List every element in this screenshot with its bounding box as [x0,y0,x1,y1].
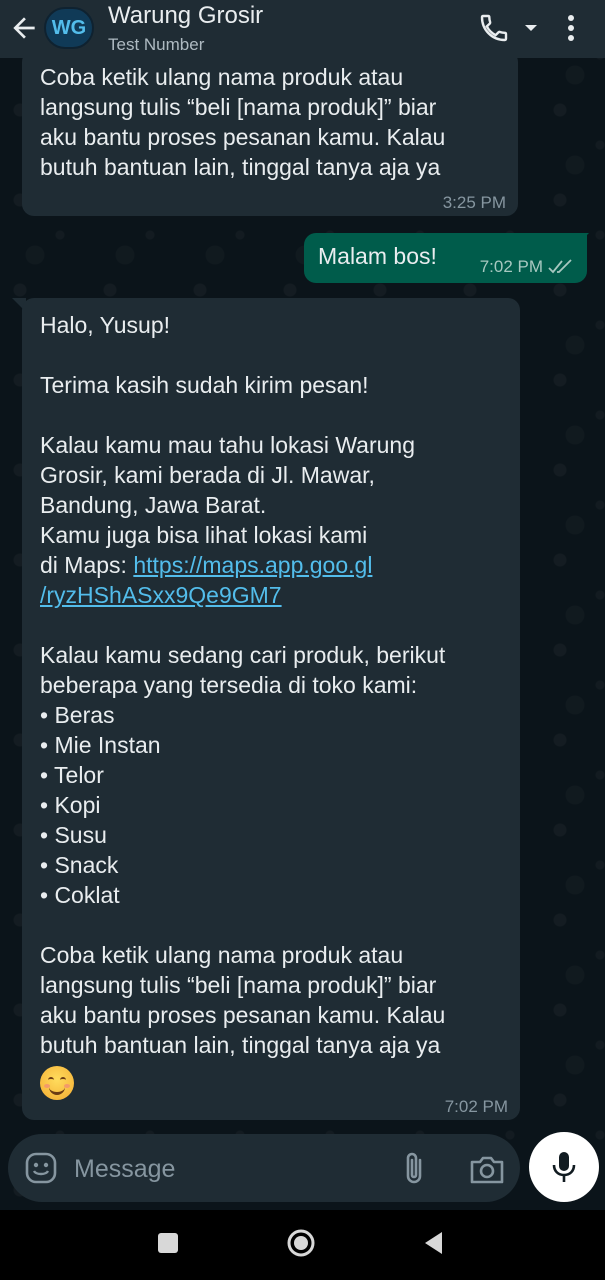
product-item: • Kopi [40,792,101,818]
contact-name[interactable]: Warung Grosir [108,2,263,30]
message-line: di Maps: https://maps.app.goo.gl [40,550,502,580]
maps-link[interactable]: /ryzHShASxx9Qe9GM7 [40,582,282,608]
message-line: Grosir, kami berada di Jl. Mawar, [40,462,375,488]
more-vert-icon[interactable] [558,12,584,44]
message-line: Coba ketik ulang nama produk atau [40,64,404,90]
double-check-icon [548,259,572,274]
products-paragraph: Kalau kamu sedang cari produk, berikut b… [40,640,502,910]
message-timestamp: 7:02 PM [444,1097,508,1116]
message-timestamp: 3:25 PM [442,193,506,212]
product-item: • Coklat [40,882,120,908]
greeting-text: Halo, Yusup! [40,312,171,338]
message-line: Coba ketik ulang nama produk atau [40,942,404,968]
message-line: langsung tulis “beli [nama produk]” biar [40,972,437,998]
paperclip-icon[interactable] [400,1150,428,1186]
phone-icon[interactable] [478,12,510,44]
message-line: butuh bantuan lain, tinggal tanya aja ya [40,1032,441,1058]
outgoing-message-bubble[interactable]: Malam bos! 7:02 PM [304,233,587,283]
message-line: aku bantu proses pesanan kamu. Kalau [40,124,446,150]
caret-down-icon[interactable] [521,18,541,38]
maps-prefix: di Maps: [40,552,134,578]
message-text: Coba ketik ulang nama produk atau langsu… [40,62,500,182]
camera-icon[interactable] [468,1152,506,1186]
message-line: butuh bantuan lain, tinggal tanya aja ya [40,154,441,180]
message-composer [8,1134,520,1202]
message-line: Kamu juga bisa lihat lokasi kami [40,522,368,548]
message-line: Kalau kamu mau tahu lokasi Warung [40,432,416,458]
incoming-message-bubble[interactable]: Halo, Yusup! Terima kasih sudah kirim pe… [22,298,520,1120]
product-item: • Susu [40,822,107,848]
voice-record-button[interactable] [529,1132,599,1202]
message-line: aku bantu proses pesanan kamu. Kalau [40,1002,446,1028]
message-timestamp: 7:02 PM [479,257,543,276]
back-arrow-icon[interactable] [8,12,40,44]
microphone-icon [552,1152,576,1182]
message-line: langsung tulis “beli [nama produk]” biar [40,94,437,120]
emoji-icon[interactable] [24,1151,58,1185]
contact-subtitle[interactable]: Test Number [108,35,204,55]
incoming-message-bubble[interactable]: Coba ketik ulang nama produk atau langsu… [22,50,518,216]
message-line: Kalau kamu sedang cari produk, berikut [40,642,446,668]
product-item: • Snack [40,852,119,878]
smiling-face-emoji [40,1066,74,1100]
product-item: • Beras [40,702,115,728]
message-line: beberapa yang tersedia di toko kami: [40,672,418,698]
message-input[interactable] [72,1148,376,1190]
closing-paragraph: Coba ketik ulang nama produk atau langsu… [40,940,502,1060]
message-line: Bandung, Jawa Barat. [40,492,267,518]
message-text: Malam bos! [318,243,437,269]
maps-link[interactable]: https://maps.app.goo.gl [133,552,372,578]
home-button[interactable] [286,1228,316,1258]
avatar[interactable]: WG [44,7,94,49]
chat-header: WG Warung Grosir Test Number [0,0,605,58]
recents-button[interactable] [158,1233,178,1253]
product-item: • Mie Instan [40,732,161,758]
product-item: • Telor [40,762,104,788]
thanks-text: Terima kasih sudah kirim pesan! [40,372,369,398]
location-paragraph: Kalau kamu mau tahu lokasi Warung Grosir… [40,430,502,610]
nav-back-button[interactable] [422,1230,444,1256]
